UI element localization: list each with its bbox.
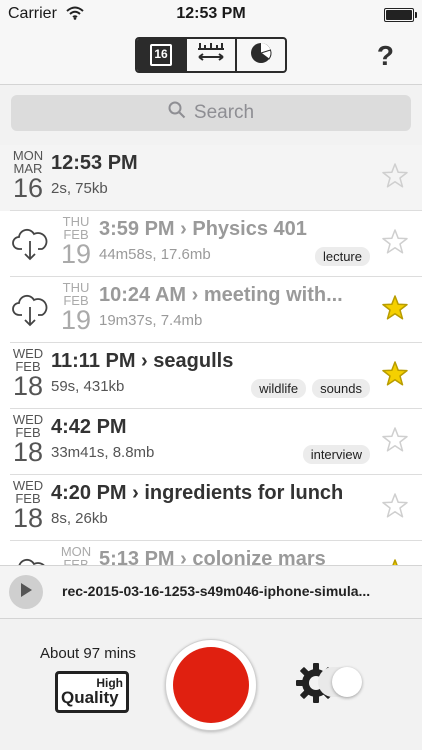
toggle-knob [332,667,362,697]
star-filled-icon[interactable] [382,361,408,387]
quality-button[interactable]: High Quality [55,671,129,713]
tag-chip[interactable]: wildlife [251,379,307,398]
recording-row[interactable]: THU FEB 19 10:24 AM › meeting with... 19m37s… [0,277,422,343]
ruler-icon [196,42,226,68]
player-bar: rec-2015-03-16-1253-s49m046-iphone-simul… [0,565,422,619]
recording-tags: lecture [314,247,370,266]
date-day: 18 [12,437,44,467]
remaining-time: About 97 mins [40,645,136,662]
segment-duration-view[interactable] [185,39,235,71]
star-outline-icon[interactable] [382,493,408,519]
recording-tags: interview [302,445,370,464]
recording-meta: 19m37s, 7.4mb [99,312,203,329]
recording-title: 10:24 AM › meeting with... [99,284,343,306]
search-input[interactable]: Search [11,95,411,131]
star-filled-icon[interactable] [382,295,408,321]
tag-chip[interactable]: lecture [314,247,370,266]
recording-row[interactable]: WED FEB 18 4:20 PM › ingredients for lunch 8… [0,475,422,541]
recording-meta: 33m41s, 8.8mb [51,444,155,461]
date-month: FEB [63,557,89,565]
calendar-icon: 16 [150,44,172,66]
recording-title: 3:59 PM › Physics 401 [99,218,307,240]
play-icon [19,582,33,603]
recording-title: 4:20 PM › ingredients for lunch [51,482,344,504]
date-day: 19 [60,239,92,269]
search-icon [168,101,186,125]
tag-chip[interactable]: interview [302,445,370,464]
recording-title: 5:13 PM › colonize mars [99,548,326,565]
recording-meta: 59s, 431kb [51,378,125,395]
record-button[interactable] [165,639,257,731]
segment-stats-view[interactable] [235,39,285,71]
star-outline-icon[interactable] [382,163,408,189]
recording-row[interactable]: MONFEB165:13 PM › colonize mars [0,541,422,565]
quality-line-2: Quality [61,688,119,707]
segment-list-view[interactable]: 16 [137,39,185,71]
recording-date: THU FEB 19 [54,215,98,268]
recording-row[interactable]: WED FEB 18 4:42 PM 33m41s, 8.8mb interview [0,409,422,475]
star-outline-icon[interactable] [382,229,408,255]
search-placeholder: Search [193,102,255,123]
recording-controls: About 97 mins High Quality [0,619,422,750]
battery-icon [384,8,417,22]
recording-date: THU FEB 19 [54,281,98,334]
star-outline-icon[interactable] [382,427,408,453]
recording-title: 11:11 PM › seagulls [51,350,234,372]
cloud-download-icon[interactable] [12,557,48,565]
help-button[interactable]: ? [377,40,394,72]
recording-title: 12:53 PM [51,152,138,174]
cloud-download-icon[interactable] [12,227,48,266]
recording-meta: 8s, 26kb [51,510,108,527]
tag-chip[interactable]: sounds [312,379,370,398]
recording-date: WED FEB 18 [6,413,50,466]
recording-row[interactable]: THU FEB 19 3:59 PM › Physics 401 44m58s, 17.… [0,211,422,277]
status-bar: Carrier 12:53 PM [0,0,422,30]
status-time: 12:53 PM [176,5,246,22]
recording-date: MONFEB16 [54,545,98,565]
date-day: 16 [12,173,44,203]
nav-bar: 16 ? [0,30,422,85]
recording-meta: 44m58s, 17.6mb [99,246,211,263]
record-dot-icon [173,647,249,723]
recordings-list[interactable]: MON MAR 16 12:53 PM 2s, 75kb THU FEB 19 3:59 PM … [0,145,422,565]
date-day: 18 [12,503,44,533]
recording-date: WED FEB 18 [6,479,50,532]
date-day: 19 [60,305,92,335]
cloud-download-icon[interactable] [12,293,48,332]
pie-chart-icon [249,41,273,70]
recording-row[interactable]: WED FEB 18 11:11 PM › seagulls 59s, 431kb wil… [0,343,422,409]
recording-meta: 2s, 75kb [51,180,108,197]
play-button[interactable] [9,575,43,609]
recording-tags: wildlife sounds [251,379,370,398]
recording-date: MON MAR 16 [6,149,50,202]
settings-toggle[interactable] [318,667,362,697]
view-segmented-control: 16 [135,37,287,73]
search-bar: Search [0,85,422,145]
recording-title: 4:42 PM [51,416,127,438]
player-filename: rec-2015-03-16-1253-s49m046-iphone-simul… [62,583,371,599]
date-day: 18 [12,371,44,401]
calendar-day-label: 16 [154,47,168,61]
recording-date: WED FEB 18 [6,347,50,400]
recording-row[interactable]: MON MAR 16 12:53 PM 2s, 75kb [0,145,422,211]
